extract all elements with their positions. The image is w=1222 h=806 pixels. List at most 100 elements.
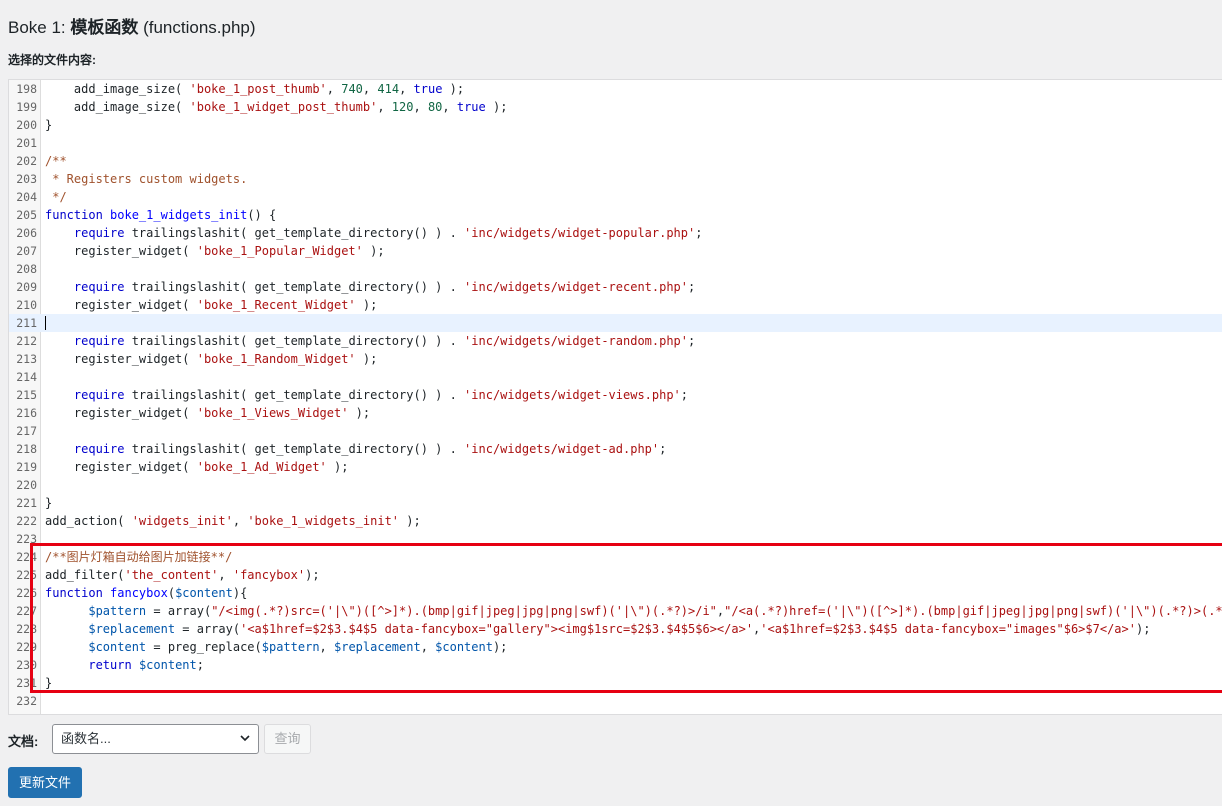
line-number: 230 — [16, 658, 37, 672]
code-line[interactable]: 209 require trailingslashit( get_templat… — [9, 278, 1222, 296]
code-line[interactable]: 211 — [9, 314, 1222, 332]
line-number: 213 — [16, 352, 37, 366]
line-number: 204 — [16, 190, 37, 204]
line-number: 199 — [16, 100, 37, 114]
code-text: require trailingslashit( get_template_di… — [73, 388, 689, 402]
line-number: 215 — [16, 388, 37, 402]
code-line[interactable]: 229 $content = preg_replace($pattern, $r… — [9, 638, 1222, 656]
code-text: */ — [45, 190, 67, 204]
code-line[interactable]: 231} — [9, 674, 1222, 692]
code-line[interactable]: 230 return $content; — [9, 656, 1222, 674]
code-text: register_widget( 'boke_1_Ad_Widget' ); — [45, 460, 349, 474]
page-title: Boke 1: 模板函数 (functions.php) — [8, 13, 256, 38]
line-number: 203 — [16, 172, 37, 186]
code-text: $replacement = array('<a$1href=$2$3.$4$5… — [88, 622, 1151, 636]
code-line[interactable]: 228 $replacement = array('<a$1href=$2$3.… — [9, 620, 1222, 638]
code-line[interactable]: 216 register_widget( 'boke_1_Views_Widge… — [9, 404, 1222, 422]
code-line[interactable]: 205 function boke_1_widgets_init() { — [9, 206, 1222, 224]
code-line[interactable]: 213 register_widget( 'boke_1_Random_Widg… — [9, 350, 1222, 368]
code-line[interactable]: 225 add_filter('the_content', 'fancybox')… — [9, 566, 1222, 584]
line-number: 222 — [16, 514, 37, 528]
code-text: * Registers custom widgets. — [45, 172, 248, 186]
title-prefix: Boke 1: — [8, 18, 71, 37]
code-line[interactable]: 204 */ — [9, 188, 1222, 206]
code-text: require trailingslashit( get_template_di… — [73, 226, 703, 240]
code-text: add_filter('the_content', 'fancybox'); — [45, 568, 320, 582]
code-line[interactable]: 203 * Registers custom widgets. — [9, 170, 1222, 188]
code-line[interactable]: 206 require trailingslashit( get_templat… — [9, 224, 1222, 242]
code-text: add_image_size( 'boke_1_widget_post_thum… — [45, 100, 508, 114]
code-line[interactable]: 210 register_widget( 'boke_1_Recent_Widg… — [9, 296, 1222, 314]
line-number: 226 — [16, 586, 37, 600]
line-number: 232 — [16, 694, 37, 708]
chevron-down-icon — [240, 735, 250, 742]
code-editor[interactable]: 198 add_image_size( 'boke_1_post_thumb',… — [8, 79, 1222, 715]
lookup-button[interactable]: 查询 — [264, 724, 311, 754]
file-content-label: 选择的文件内容: — [8, 53, 96, 67]
line-number: 218 — [16, 442, 37, 456]
code-line[interactable]: 220 — [9, 476, 1222, 494]
code-text: register_widget( 'boke_1_Popular_Widget'… — [45, 244, 385, 258]
code-line[interactable]: 201 — [9, 134, 1222, 152]
line-number: 231 — [16, 676, 37, 690]
code-line[interactable]: 218 require trailingslashit( get_templat… — [9, 440, 1222, 458]
code-line[interactable]: 221} — [9, 494, 1222, 512]
code-text: function boke_1_widgets_init() { — [45, 208, 277, 222]
line-number: 206 — [16, 226, 37, 240]
line-number: 217 — [16, 424, 37, 438]
line-number: 223 — [16, 532, 37, 546]
function-name-select-value: 函数名... — [61, 731, 111, 746]
line-number: 211 — [16, 316, 37, 330]
code-line[interactable]: 215 require trailingslashit( get_templat… — [9, 386, 1222, 404]
line-number: 205 — [16, 208, 37, 222]
line-number: 200 — [16, 118, 37, 132]
code-text: } — [45, 676, 53, 690]
line-number: 201 — [16, 136, 37, 150]
line-number: 227 — [16, 604, 37, 618]
function-name-select[interactable]: 函数名... — [52, 724, 259, 754]
line-number: 228 — [16, 622, 37, 636]
documentation-label: 文档: — [8, 734, 39, 749]
update-file-button[interactable]: 更新文件 — [8, 767, 82, 798]
line-number: 229 — [16, 640, 37, 654]
code-line[interactable]: 219 register_widget( 'boke_1_Ad_Widget' … — [9, 458, 1222, 476]
line-number: 216 — [16, 406, 37, 420]
code-line[interactable]: 214 — [9, 368, 1222, 386]
code-line[interactable]: 222 add_action( 'widgets_init', 'boke_1_w… — [9, 512, 1222, 530]
code-line[interactable]: 217 — [9, 422, 1222, 440]
code-text: /** — [45, 154, 67, 168]
code-text: /**图片灯箱自动给图片加链接**/ — [45, 550, 233, 564]
line-number: 210 — [16, 298, 37, 312]
line-number: 208 — [16, 262, 37, 276]
code-line[interactable]: 227 $pattern = array("/<img(.*?)src=('|\… — [9, 602, 1222, 620]
line-number: 202 — [16, 154, 37, 168]
code-text: require trailingslashit( get_template_di… — [73, 334, 696, 348]
code-text: $content = preg_replace($pattern, $repla… — [88, 640, 508, 654]
code-line[interactable]: 212 require trailingslashit( get_templat… — [9, 332, 1222, 350]
code-text: add_action( 'widgets_init', 'boke_1_widg… — [45, 514, 421, 528]
line-number: 209 — [16, 280, 37, 294]
code-text: register_widget( 'boke_1_Random_Widget' … — [45, 352, 378, 366]
line-number: 198 — [16, 82, 37, 96]
code-text: $pattern = array("/<img(.*?)src=('|\")([… — [88, 604, 1222, 618]
code-text: function fancybox($content){ — [45, 586, 248, 600]
code-line[interactable]: 200} — [9, 116, 1222, 134]
code-line[interactable]: 202 /** — [9, 152, 1222, 170]
code-line[interactable]: 224 /**图片灯箱自动给图片加链接**/ — [9, 548, 1222, 566]
code-line[interactable]: 223 — [9, 530, 1222, 548]
code-text: } — [45, 118, 53, 132]
code-line[interactable]: 199 add_image_size( 'boke_1_widget_post_… — [9, 98, 1222, 116]
title-suffix: (functions.php) — [138, 18, 256, 37]
line-number: 214 — [16, 370, 37, 384]
code-text: return $content; — [88, 658, 204, 672]
code-line[interactable]: 226 function fancybox($content){ — [9, 584, 1222, 602]
code-text: require trailingslashit( get_template_di… — [73, 280, 696, 294]
code-line[interactable]: 208 — [9, 260, 1222, 278]
code-text: } — [45, 496, 53, 510]
line-number: 220 — [16, 478, 37, 492]
text-caret — [45, 316, 46, 330]
code-line[interactable]: 207 register_widget( 'boke_1_Popular_Wid… — [9, 242, 1222, 260]
code-line[interactable]: 198 add_image_size( 'boke_1_post_thumb',… — [9, 80, 1222, 98]
code-line[interactable]: 232 — [9, 692, 1222, 710]
code-text: register_widget( 'boke_1_Recent_Widget' … — [45, 298, 378, 312]
